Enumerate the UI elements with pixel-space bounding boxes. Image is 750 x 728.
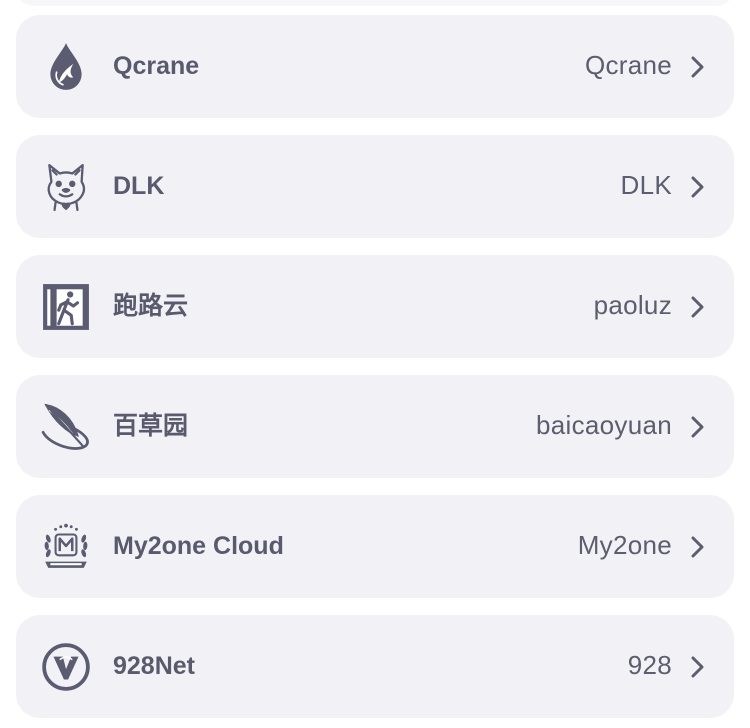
item-value: DLK (620, 170, 672, 200)
list-item-my2one[interactable]: My2one Cloud My2one (16, 495, 734, 598)
chevron-right-icon (691, 176, 704, 198)
item-title: 百草园 (113, 412, 189, 440)
feather-orbit-icon (41, 402, 91, 452)
chevron-right-icon (691, 296, 704, 318)
provider-list: Qcrane Qcrane DLK DLK 跑路云 paoluz 百草园 bai… (16, 15, 734, 718)
list-item-paoluz[interactable]: 跑路云 paoluz (16, 255, 734, 358)
item-value: baicaoyuan (536, 410, 672, 440)
item-value: paoluz (593, 290, 672, 320)
circle-v-icon (41, 642, 91, 692)
chevron-right-icon (691, 656, 704, 678)
laurel-badge-icon (41, 522, 91, 572)
item-title: My2one Cloud (113, 532, 284, 560)
chevron-right-icon (691, 536, 704, 558)
item-title: Qcrane (113, 52, 200, 80)
list-item-928net[interactable]: 928Net 928 (16, 615, 734, 718)
item-title: 928Net (113, 652, 195, 680)
chevron-right-icon (691, 416, 704, 438)
item-title: 跑路云 (113, 292, 189, 320)
list-item-dlk[interactable]: DLK DLK (16, 135, 734, 238)
chevron-right-icon (691, 56, 704, 78)
item-title: DLK (113, 172, 165, 200)
exit-sign-icon (41, 282, 91, 332)
item-value: My2one (577, 530, 672, 560)
item-value: 928 (627, 650, 672, 680)
item-value: Qcrane (584, 50, 672, 80)
list-item-qcrane[interactable]: Qcrane Qcrane (16, 15, 734, 118)
water-drop-bird-icon (41, 42, 91, 92)
previous-card-edge (16, 0, 734, 6)
doge-face-icon (41, 162, 91, 212)
list-item-baicaoyuan[interactable]: 百草园 baicaoyuan (16, 375, 734, 478)
